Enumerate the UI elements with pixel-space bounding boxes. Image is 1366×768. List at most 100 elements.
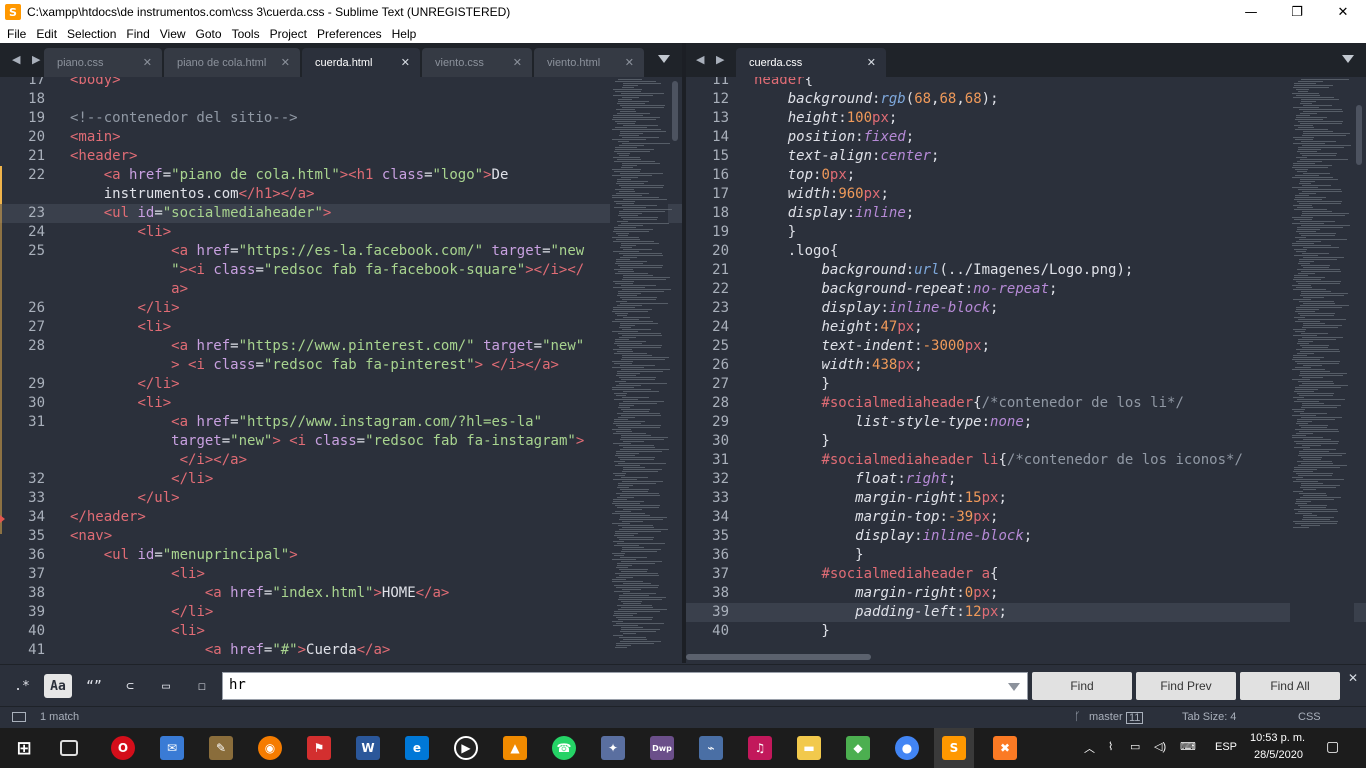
code-line[interactable]: a> — [0, 280, 682, 299]
code-line[interactable]: 21 background:url(../Imagenes/Logo.png); — [686, 261, 1366, 280]
code-line[interactable]: 19 } — [686, 223, 1366, 242]
highlight-matches-toggle[interactable]: ☐ — [188, 674, 216, 698]
code-line[interactable]: 18 — [0, 90, 682, 109]
code-line[interactable]: 22 <a href="piano de cola.html"><h1 clas… — [0, 166, 682, 185]
code-line[interactable]: target="new"> <i class="redsoc fab fa-in… — [0, 432, 682, 451]
code-line[interactable]: 24 height:47px; — [686, 318, 1366, 337]
whole-word-toggle[interactable]: “” — [80, 674, 108, 698]
code-line[interactable]: > <i class="redsoc fab fa-pinterest"> </… — [0, 356, 682, 375]
tab-close-icon[interactable]: ✕ — [625, 56, 634, 69]
code-line[interactable]: 23 display:inline-block; — [686, 299, 1366, 318]
code-line[interactable]: 34 margin-top:-39px; — [686, 508, 1366, 527]
whatsapp-icon[interactable]: ☎ — [552, 736, 576, 760]
code-text[interactable]: text-align:center; — [754, 147, 940, 166]
code-text[interactable]: "><i class="redsoc fab fa-facebook-squar… — [70, 261, 584, 280]
code-line[interactable]: 33 </ul> — [0, 489, 682, 508]
code-line[interactable]: 37 #socialmediaheader a{ — [686, 565, 1366, 584]
code-line[interactable]: 36 } — [686, 546, 1366, 565]
vertical-scrollbar[interactable] — [1356, 105, 1362, 165]
dwp-icon[interactable]: Dwp — [650, 736, 674, 760]
menu-edit[interactable]: Edit — [31, 27, 62, 41]
code-text[interactable]: <ul id="menuprincipal"> — [70, 546, 298, 565]
code-line[interactable]: 17 width:960px; — [686, 185, 1366, 204]
panel-toggle-icon[interactable] — [12, 712, 26, 722]
code-line[interactable]: 20 .logo{ — [686, 242, 1366, 261]
code-line[interactable]: 26 width:438px; — [686, 356, 1366, 375]
paint-icon[interactable]: ✎ — [209, 736, 233, 760]
code-text[interactable]: <li> — [70, 565, 205, 584]
git-icon[interactable]: ◆ — [846, 736, 870, 760]
chrome-icon[interactable]: ● — [895, 736, 919, 760]
file-explorer-icon[interactable]: ▬ — [797, 736, 821, 760]
find-button[interactable]: Find — [1032, 672, 1132, 700]
code-line[interactable]: 26 </li> — [0, 299, 682, 318]
code-text[interactable]: float:right; — [754, 470, 956, 489]
network-icon[interactable]: ⌇ — [1108, 740, 1113, 768]
html-editor-pane[interactable]: 17 <body> 18 19 <!--contenedor del sitio--> 2… — [0, 77, 682, 660]
code-line[interactable]: 18 display:inline; — [686, 204, 1366, 223]
keyboard-icon[interactable]: ⌨ — [1180, 740, 1196, 768]
notifications-icon[interactable]: ▢ — [1326, 738, 1339, 768]
in-selection-toggle[interactable]: ▭ — [152, 674, 180, 698]
code-line[interactable]: 12 background:rgb(68,68,68); — [686, 90, 1366, 109]
code-text[interactable]: width:438px; — [754, 356, 922, 375]
code-line[interactable]: 25 <a href="https://es-la.facebook.com/"… — [0, 242, 682, 261]
code-text[interactable]: <a href="https://es-la.facebook.com/" ta… — [70, 242, 584, 261]
code-text[interactable]: height:100px; — [754, 109, 898, 128]
code-text[interactable]: <li> — [70, 223, 171, 242]
menu-help[interactable]: Help — [387, 27, 422, 41]
tab-scroll-arrows[interactable]: ◀ ▶ — [12, 53, 44, 66]
battery-icon[interactable]: ▭ — [1130, 740, 1140, 768]
code-text[interactable]: } — [754, 375, 829, 394]
code-line[interactable]: 41 <a href="#">Cuerda</a> — [0, 641, 682, 660]
code-text[interactable]: <!--contenedor del sitio--> — [70, 109, 298, 128]
tab-viento-html[interactable]: viento.html ✕ — [534, 48, 644, 77]
minimap[interactable] — [610, 77, 672, 660]
code-line[interactable]: 15 text-align:center; — [686, 147, 1366, 166]
code-line[interactable]: 38 margin-right:0px; — [686, 584, 1366, 603]
code-line[interactable]: </i></a> — [0, 451, 682, 470]
menu-preferences[interactable]: Preferences — [312, 27, 387, 41]
vertical-scrollbar[interactable] — [672, 81, 678, 141]
find-prev-button[interactable]: Find Prev — [1136, 672, 1236, 700]
code-line[interactable]: 28 #socialmediaheader{/*contenedor de lo… — [686, 394, 1366, 413]
code-line[interactable]: 19 <!--contenedor del sitio--> — [0, 109, 682, 128]
case-sensitive-toggle[interactable]: Aa — [44, 674, 72, 698]
opera-icon[interactable]: O — [111, 736, 135, 760]
code-line[interactable]: 30 <li> — [0, 394, 682, 413]
code-text[interactable]: margin-right:15px; — [754, 489, 1007, 508]
music-icon[interactable]: ♫ — [748, 736, 772, 760]
code-line[interactable]: 20 <main> — [0, 128, 682, 147]
code-line[interactable]: 39 </li> — [0, 603, 682, 622]
maximize-button[interactable]: ❐ — [1274, 0, 1320, 24]
code-text[interactable]: height:47px; — [754, 318, 922, 337]
menu-project[interactable]: Project — [265, 27, 312, 41]
tab-cuerda-html[interactable]: cuerda.html ✕ — [302, 48, 420, 77]
code-text[interactable]: <a href="https//www.instagram.com/?hl=es… — [70, 413, 542, 432]
code-line[interactable]: 28 <a href="https://www.pinterest.com/" … — [0, 337, 682, 356]
tab-scroll-arrows[interactable]: ◀ ▶ — [696, 53, 728, 66]
code-line[interactable]: 32 </li> — [0, 470, 682, 489]
tab-list-dropdown-icon[interactable] — [658, 55, 670, 63]
xampp-icon[interactable]: ✖ — [993, 736, 1017, 760]
code-text[interactable]: padding-left:12px; — [754, 603, 1007, 622]
code-text[interactable]: } — [754, 546, 863, 565]
code-text[interactable]: display:inline-block; — [754, 527, 1032, 546]
task-view-icon[interactable] — [60, 740, 78, 756]
code-text[interactable]: #socialmediaheader a{ — [754, 565, 998, 584]
code-line[interactable]: 32 float:right; — [686, 470, 1366, 489]
code-text[interactable]: <li> — [70, 318, 171, 337]
menu-goto[interactable]: Goto — [191, 27, 227, 41]
volume-icon[interactable]: ◁) — [1154, 740, 1166, 768]
code-text[interactable]: #socialmediaheader li{/*contenedor de lo… — [754, 451, 1242, 470]
wrap-toggle[interactable]: ⊂ — [116, 674, 144, 698]
code-line[interactable]: 22 background-repeat:no-repeat; — [686, 280, 1366, 299]
css-editor-pane[interactable]: 11 header{12 background:rgb(68,68,68); 13 … — [686, 77, 1366, 660]
windows-start-icon[interactable]: ⊞ — [12, 736, 36, 760]
code-line[interactable]: 36 <ul id="menuprincipal"> — [0, 546, 682, 565]
code-line[interactable]: "><i class="redsoc fab fa-facebook-squar… — [0, 261, 682, 280]
code-text[interactable]: instrumentos.com</h1></a> — [70, 185, 315, 204]
clock-date[interactable]: 28/5/2020 — [1254, 749, 1303, 768]
code-line[interactable]: instrumentos.com</h1></a> — [0, 185, 682, 204]
code-line[interactable]: 37 <li> — [0, 565, 682, 584]
